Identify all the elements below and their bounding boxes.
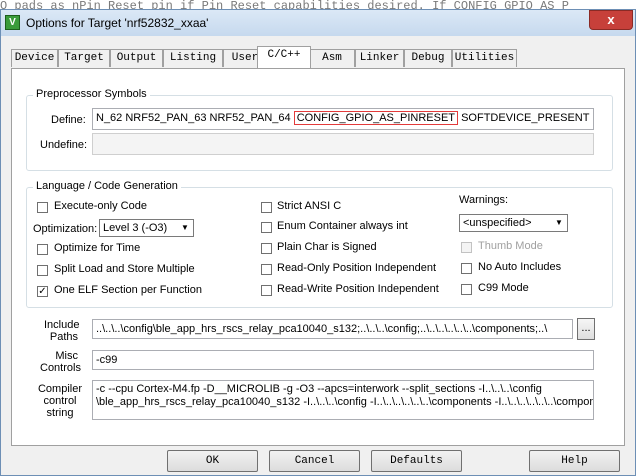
define-label: Define: (51, 114, 86, 126)
include-paths-label: Include Paths (44, 319, 80, 343)
enum-container-checkbox[interactable] (261, 222, 272, 233)
warnings-value: <unspecified> (463, 217, 532, 229)
codegen-group-title: Language / Code Generation (33, 180, 181, 192)
misc-controls-input[interactable]: -c99 (92, 350, 594, 370)
tab-c-cpp[interactable]: C/C++ (257, 46, 311, 68)
warnings-select[interactable]: <unspecified> ▼ (459, 214, 568, 232)
warnings-label: Warnings: (459, 194, 509, 206)
no-auto-includes-label: No Auto Includes (478, 261, 562, 273)
help-button[interactable]: Help (529, 450, 620, 472)
thumb-mode-label: Thumb Mode (478, 240, 543, 252)
tab-linker[interactable]: Linker (355, 49, 404, 67)
misc-controls-label: Misc Controls (40, 350, 81, 374)
defaults-button[interactable]: Defaults (371, 450, 462, 472)
window-title: Options for Target 'nrf52832_xxaa' (26, 16, 209, 30)
split-load-label: Split Load and Store Multiple (54, 263, 195, 275)
ok-button[interactable]: OK (167, 450, 258, 472)
tab-device[interactable]: Device (11, 49, 58, 67)
tab-output[interactable]: Output (110, 49, 163, 67)
include-label-line1: Include (44, 319, 80, 331)
tab-debug[interactable]: Debug (404, 49, 452, 67)
optimize-time-checkbox[interactable] (37, 244, 48, 255)
ro-pi-label: Read-Only Position Independent (277, 262, 436, 274)
strict-ansi-checkbox[interactable] (261, 202, 272, 213)
one-elf-label: One ELF Section per Function (54, 284, 202, 296)
execute-only-checkbox[interactable] (37, 202, 48, 213)
optimization-select[interactable]: Level 3 (-O3) ▼ (99, 219, 194, 237)
c99-mode-label: C99 Mode (478, 282, 529, 294)
thumb-mode-checkbox[interactable] (461, 242, 472, 253)
compiler-control-string-label: Compiler control string (34, 383, 86, 419)
one-elf-checkbox[interactable]: ✓ (37, 286, 48, 297)
keil-app-icon: V (5, 15, 20, 30)
misc-label-line2: Controls (40, 362, 81, 374)
define-text-before: N_62 NRF52_PAN_63 NRF52_PAN_64 (96, 112, 294, 124)
title-bar: V Options for Target 'nrf52832_xxaa' x (1, 10, 635, 36)
compiler-string-line1: -c --cpu Cortex-M4.fp -D__MICROLIB -g -O… (96, 383, 542, 395)
compiler-label-line3: string (46, 407, 74, 419)
strict-ansi-label: Strict ANSI C (277, 200, 342, 212)
split-load-checkbox[interactable] (37, 265, 48, 276)
chevron-down-icon: ▼ (181, 223, 189, 232)
c99-mode-checkbox[interactable] (461, 284, 472, 295)
chevron-down-icon: ▼ (555, 218, 563, 227)
compiler-label-line2: control (43, 395, 77, 407)
tab-listing[interactable]: Listing (163, 49, 223, 67)
c-cpp-tab-panel: Preprocessor Symbols Define: N_62 NRF52_… (11, 68, 625, 446)
preprocessor-group-title: Preprocessor Symbols (33, 88, 150, 100)
misc-label-line1: Misc (55, 350, 78, 362)
no-auto-includes-checkbox[interactable] (461, 263, 472, 274)
cancel-button[interactable]: Cancel (269, 450, 360, 472)
define-input[interactable]: N_62 NRF52_PAN_63 NRF52_PAN_64 CONFIG_GP… (92, 108, 594, 130)
define-text-after: SOFTDEVICE_PRESENT NR (458, 112, 594, 124)
rw-pi-checkbox[interactable] (261, 285, 272, 296)
execute-only-label: Execute-only Code (54, 200, 147, 212)
include-paths-browse-button[interactable]: ... (577, 318, 595, 340)
compiler-label-line1: Compiler (37, 383, 82, 395)
options-dialog: V Options for Target 'nrf52832_xxaa' x D… (0, 9, 636, 476)
ro-pi-checkbox[interactable] (261, 264, 272, 275)
close-button[interactable]: x (589, 10, 633, 30)
undefine-input[interactable] (92, 133, 594, 155)
tab-asm[interactable]: Asm (309, 49, 355, 67)
compiler-control-string-field: -c --cpu Cortex-M4.fp -D__MICROLIB -g -O… (92, 380, 594, 420)
undefine-label: Undefine: (40, 139, 88, 151)
plain-char-checkbox[interactable] (261, 243, 272, 254)
tab-target[interactable]: Target (58, 49, 110, 67)
include-paths-input[interactable]: ..\..\..\config\ble_app_hrs_rscs_relay_p… (92, 319, 573, 339)
define-highlight: CONFIG_GPIO_AS_PINRESET (293, 111, 459, 125)
optimize-time-label: Optimize for Time (54, 242, 141, 254)
include-label-line2: Paths (49, 331, 78, 343)
optimization-value: Level 3 (-O3) (103, 222, 168, 234)
tab-utilities[interactable]: Utilities (452, 49, 517, 67)
plain-char-label: Plain Char is Signed (277, 241, 377, 253)
enum-container-label: Enum Container always int (277, 220, 408, 232)
rw-pi-label: Read-Write Position Independent (277, 283, 439, 295)
optimization-label: Optimization: (33, 223, 98, 235)
compiler-string-line2: \ble_app_hrs_rscs_relay_pca10040_s132 -I… (96, 396, 593, 408)
